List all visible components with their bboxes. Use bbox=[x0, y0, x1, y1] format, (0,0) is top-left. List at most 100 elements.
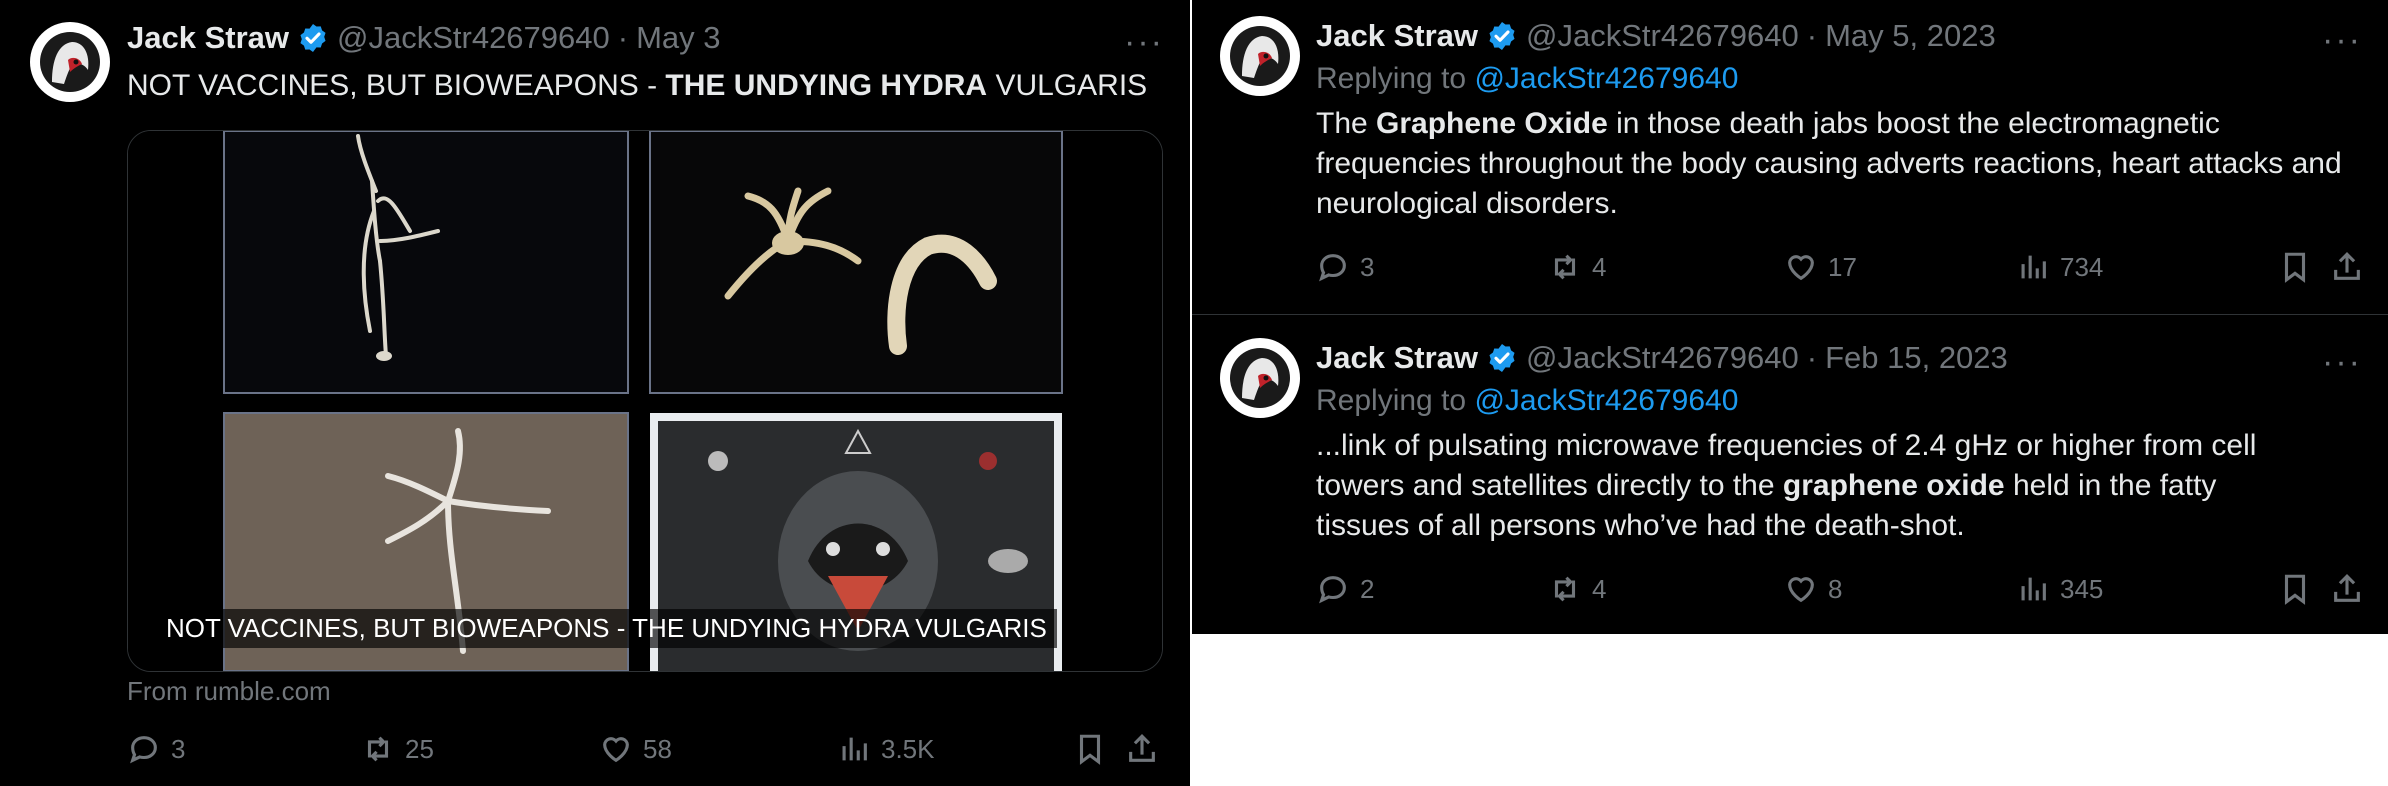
reply-button[interactable]: 2 bbox=[1316, 572, 1374, 606]
tweet-text: The Graphene Oxide in those death jabs b… bbox=[1316, 104, 2366, 224]
hooded-figure-icon bbox=[40, 32, 100, 92]
more-options-icon[interactable]: ··· bbox=[2322, 345, 2362, 379]
like-count: 58 bbox=[643, 733, 672, 764]
bookmark-button[interactable] bbox=[1073, 732, 1107, 766]
action-bar: 3 4 17 734 bbox=[1316, 250, 2376, 290]
avatar[interactable] bbox=[30, 22, 110, 102]
avatar[interactable] bbox=[1220, 16, 1300, 96]
tweet-text-bold: Graphene Oxide bbox=[1376, 107, 1608, 140]
media-source[interactable]: From rumble.com bbox=[127, 676, 331, 707]
tweet-text-bold: graphene oxide bbox=[1782, 469, 2005, 502]
hooded-figure-icon bbox=[1230, 348, 1290, 408]
views-button[interactable]: 345 bbox=[2016, 572, 2103, 606]
reply-button[interactable]: 3 bbox=[127, 732, 185, 766]
separator-dot: · bbox=[1806, 340, 1818, 375]
tweet-text: ...link of pulsating microwave frequenci… bbox=[1316, 426, 2316, 546]
reply-count: 3 bbox=[171, 733, 186, 764]
share-button[interactable] bbox=[1125, 732, 1159, 766]
like-button[interactable]: 8 bbox=[1784, 572, 1842, 606]
reply-count: 2 bbox=[1360, 573, 1375, 604]
author-handle[interactable]: @JackStr42679640 bbox=[337, 20, 610, 56]
retweet-icon bbox=[1554, 576, 1576, 602]
media-card[interactable]: NOT VACCINES, BUT BIOWEAPONS - THE UNDYI… bbox=[127, 130, 1163, 672]
view-count: 3.5K bbox=[881, 733, 935, 764]
more-options-icon[interactable]: ··· bbox=[2322, 23, 2362, 57]
author-name[interactable]: Jack Straw bbox=[1316, 340, 1478, 376]
reply-count: 3 bbox=[1360, 251, 1375, 282]
retweet-count: 4 bbox=[1592, 573, 1607, 604]
like-count: 17 bbox=[1828, 251, 1857, 282]
more-options-icon[interactable]: ··· bbox=[1124, 25, 1164, 59]
action-bar: 3 25 58 3.5K bbox=[127, 732, 1167, 772]
author-handle[interactable]: @JackStr42679640 bbox=[1526, 340, 1799, 376]
heart-icon bbox=[1788, 577, 1814, 603]
bookmark-button[interactable] bbox=[2278, 250, 2312, 284]
separator-dot: · bbox=[617, 20, 629, 55]
tweet-text: NOT VACCINES, BUT BIOWEAPONS - THE UNDYI… bbox=[127, 66, 1147, 106]
views-chart-icon bbox=[842, 737, 867, 761]
hooded-figure-icon bbox=[1230, 26, 1290, 86]
tweet-date[interactable]: May 5, 2023 bbox=[1825, 18, 1996, 54]
author-name[interactable]: Jack Straw bbox=[1316, 18, 1478, 54]
tweet-text-part: The bbox=[1316, 107, 1377, 140]
share-icon bbox=[2334, 252, 2360, 280]
retweet-count: 4 bbox=[1592, 251, 1607, 282]
reply-icon bbox=[1319, 576, 1346, 604]
bookmark-button[interactable] bbox=[2278, 572, 2312, 606]
like-button[interactable]: 17 bbox=[1784, 250, 1857, 284]
left-tweet-panel: Jack Straw @JackStr42679640 · May 3 ··· … bbox=[0, 0, 1192, 786]
reply-icon bbox=[1319, 254, 1346, 282]
tweet-text-part: NOT VACCINES, BUT BIOWEAPONS - bbox=[127, 69, 666, 102]
bookmark-icon bbox=[1079, 734, 1101, 765]
reply-icon bbox=[130, 736, 157, 764]
tweet-date[interactable]: May 3 bbox=[636, 20, 720, 56]
share-button[interactable] bbox=[2330, 250, 2364, 284]
replying-to: Replying to @JackStr42679640 bbox=[1316, 384, 1738, 418]
views-button[interactable]: 734 bbox=[2016, 250, 2103, 284]
retweet-button[interactable]: 4 bbox=[1548, 250, 1606, 284]
share-icon bbox=[2334, 574, 2360, 602]
like-count: 8 bbox=[1828, 573, 1843, 604]
views-chart-icon bbox=[2021, 577, 2046, 601]
hydra-collage-image bbox=[128, 131, 1162, 671]
author-name[interactable]: Jack Straw bbox=[127, 20, 289, 56]
verified-badge-icon bbox=[1489, 344, 1515, 372]
views-button[interactable]: 3.5K bbox=[837, 732, 935, 766]
verified-badge-icon bbox=[1489, 22, 1515, 50]
right-thread-panel: Jack Straw @JackStr42679640 · May 5, 202… bbox=[1192, 0, 2388, 634]
heart-icon bbox=[1788, 255, 1814, 281]
reply-button[interactable]: 3 bbox=[1316, 250, 1374, 284]
retweet-icon bbox=[1554, 254, 1576, 280]
mention-link[interactable]: @JackStr42679640 bbox=[1474, 384, 1738, 417]
action-bar: 2 4 8 345 bbox=[1316, 572, 2376, 612]
view-count: 734 bbox=[2060, 251, 2104, 282]
retweet-button[interactable]: 4 bbox=[1548, 572, 1606, 606]
share-icon bbox=[1129, 734, 1155, 762]
replying-to: Replying to @JackStr42679640 bbox=[1316, 62, 1738, 96]
tweet-text-part: VULGARIS bbox=[987, 69, 1148, 102]
view-count: 345 bbox=[2060, 573, 2104, 604]
verified-badge-icon bbox=[300, 24, 326, 52]
retweet-icon bbox=[367, 736, 389, 762]
tweet-header: Jack Straw @JackStr42679640 · Feb 15, 20… bbox=[1316, 340, 2008, 376]
separator-dot: · bbox=[1806, 18, 1818, 53]
retweet-count: 25 bbox=[405, 733, 434, 764]
replying-to-prefix: Replying to bbox=[1316, 62, 1475, 95]
replying-to-prefix: Replying to bbox=[1316, 384, 1475, 417]
media-caption: NOT VACCINES, BUT BIOWEAPONS - THE UNDYI… bbox=[156, 609, 1057, 648]
mention-link[interactable]: @JackStr42679640 bbox=[1474, 62, 1738, 95]
tweet-text-bold: THE UNDYING HYDRA bbox=[665, 69, 988, 102]
tweet-date[interactable]: Feb 15, 2023 bbox=[1825, 340, 2008, 376]
views-chart-icon bbox=[2021, 255, 2046, 279]
like-button[interactable]: 58 bbox=[599, 732, 672, 766]
author-handle[interactable]: @JackStr42679640 bbox=[1526, 18, 1799, 54]
retweet-button[interactable]: 25 bbox=[361, 732, 434, 766]
tweet-divider bbox=[1192, 314, 2388, 315]
avatar[interactable] bbox=[1220, 338, 1300, 418]
bookmark-icon bbox=[2284, 252, 2306, 283]
share-button[interactable] bbox=[2330, 572, 2364, 606]
heart-icon bbox=[603, 737, 629, 763]
tweet-header: Jack Straw @JackStr42679640 · May 3 bbox=[127, 20, 721, 56]
tweet-header: Jack Straw @JackStr42679640 · May 5, 202… bbox=[1316, 18, 1996, 54]
bookmark-icon bbox=[2284, 574, 2306, 605]
